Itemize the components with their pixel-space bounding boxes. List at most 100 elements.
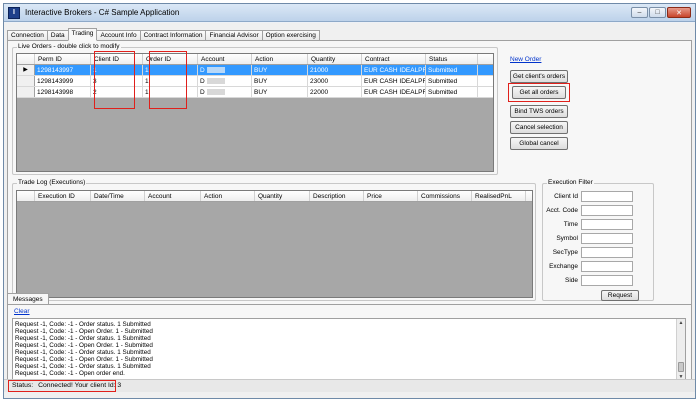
time-input[interactable] bbox=[581, 219, 633, 230]
acct-code-label: Acct. Code bbox=[546, 207, 578, 214]
trade-log-header: Execution ID Date/Time Account Action Qu… bbox=[17, 191, 532, 202]
live-orders-grid[interactable]: Perm ID Client ID Order ID Account Actio… bbox=[16, 53, 494, 172]
cell-action: BUY bbox=[252, 65, 308, 75]
status-bar: Status: Connected! Your client Id: 3 bbox=[4, 379, 695, 392]
window-title: Interactive Brokers - C# Sample Applicat… bbox=[25, 8, 180, 17]
col-quantity[interactable]: Quantity bbox=[255, 191, 310, 201]
message-line: Request -1, Code: -1 - Open order end. bbox=[15, 370, 125, 377]
execution-filter-group: Execution Filter Client Id Acct. Code Ti… bbox=[542, 179, 654, 301]
col-status[interactable]: Status bbox=[426, 54, 478, 64]
message-line: Request -1, Code: -1 - Order status. 1 S… bbox=[15, 363, 151, 370]
col-action[interactable]: Action bbox=[201, 191, 255, 201]
messages-page: Clear Request -1, Code: -1 - Order statu… bbox=[7, 304, 692, 384]
filter-row-acct-code: Acct. Code bbox=[545, 205, 633, 216]
tab-trading[interactable]: Trading bbox=[67, 28, 98, 41]
redacted-account bbox=[206, 89, 225, 96]
acct-code-input[interactable] bbox=[581, 205, 633, 216]
maximize-button[interactable]: □ bbox=[649, 7, 666, 18]
cell-action: BUY bbox=[252, 76, 308, 86]
col-account[interactable]: Account bbox=[145, 191, 201, 201]
row-header-corner bbox=[17, 54, 35, 64]
trade-log-group: Trade Log (Executions) Execution ID Date… bbox=[12, 179, 536, 301]
message-line: Request -1, Code: -1 - Order status. 1 S… bbox=[15, 335, 151, 342]
messages-box[interactable]: Request -1, Code: -1 - Order status. 1 S… bbox=[12, 318, 686, 382]
filter-row-time: Time bbox=[545, 219, 633, 230]
live-orders-header: Perm ID Client ID Order ID Account Actio… bbox=[17, 54, 493, 65]
side-label: Side bbox=[564, 277, 578, 284]
messages-scrollbar[interactable]: ▲ ▼ bbox=[676, 319, 685, 381]
client-id-input[interactable] bbox=[581, 191, 633, 202]
clear-link[interactable]: Clear bbox=[14, 308, 30, 315]
title-bar: I Interactive Brokers - C# Sample Applic… bbox=[4, 4, 695, 22]
col-realised-pnl[interactable]: RealisedPnL bbox=[472, 191, 526, 201]
cell-action: BUY bbox=[252, 87, 308, 97]
cell-status: Submitted bbox=[426, 76, 478, 86]
order-row[interactable]: 1298143999 3 1 D BUY 23000 EUR CASH IDEA… bbox=[17, 76, 493, 87]
order-row[interactable]: ▶ 1298143997 1 1 D BUY 21000 EUR CASH ID… bbox=[17, 65, 493, 76]
close-button[interactable]: ✕ bbox=[667, 7, 691, 18]
col-commissions[interactable]: Commissions bbox=[418, 191, 472, 201]
order-id-highlight bbox=[149, 51, 187, 109]
live-orders-label: Live Orders - double click to modify bbox=[17, 43, 121, 50]
filter-row-exchange: Exchange bbox=[545, 261, 633, 272]
app-icon: I bbox=[8, 6, 20, 19]
main-content: Connection Data Trading Account Info Con… bbox=[4, 23, 695, 398]
request-button[interactable]: Request bbox=[601, 290, 639, 301]
row-marker-empty bbox=[17, 76, 35, 86]
filter-row-sectype: SecType bbox=[545, 247, 633, 258]
minimize-button[interactable]: – bbox=[631, 7, 648, 18]
live-orders-group: Live Orders - double click to modify Per… bbox=[12, 43, 498, 175]
cell-perm-id: 1298143997 bbox=[35, 65, 91, 75]
col-action[interactable]: Action bbox=[252, 54, 308, 64]
cell-quantity: 21000 bbox=[308, 65, 362, 75]
cell-status: Submitted bbox=[426, 87, 478, 97]
cell-contract: EUR CASH IDEALPRO bbox=[364, 76, 426, 86]
col-description[interactable]: Description bbox=[310, 191, 364, 201]
exchange-label: Exchange bbox=[549, 263, 578, 270]
col-contract[interactable]: Contract bbox=[362, 54, 426, 64]
client-id-label: Client Id bbox=[554, 193, 578, 200]
col-date-time[interactable]: Date/Time bbox=[91, 191, 145, 201]
symbol-label: Symbol bbox=[556, 235, 578, 242]
global-cancel-button[interactable]: Global cancel bbox=[510, 137, 568, 150]
col-quantity[interactable]: Quantity bbox=[308, 54, 362, 64]
message-line: Request -1, Code: -1 - Open Order. 1 - S… bbox=[15, 328, 153, 335]
scroll-up-icon[interactable]: ▲ bbox=[677, 319, 685, 327]
symbol-input[interactable] bbox=[581, 233, 633, 244]
bind-tws-orders-button[interactable]: Bind TWS orders bbox=[510, 105, 568, 118]
filter-row-client-id: Client Id bbox=[545, 191, 633, 202]
account-value: D bbox=[200, 78, 205, 85]
status-highlight bbox=[8, 380, 116, 392]
cell-quantity: 22000 bbox=[308, 87, 362, 97]
side-input[interactable] bbox=[581, 275, 633, 286]
cell-account: D bbox=[198, 65, 252, 75]
message-line: Request -1, Code: -1 - Open Order. 1 - S… bbox=[15, 356, 153, 363]
account-value: D bbox=[200, 67, 205, 74]
cancel-selection-button[interactable]: Cancel selection bbox=[510, 121, 568, 134]
redacted-account bbox=[206, 67, 225, 74]
cell-account: D bbox=[198, 87, 252, 97]
new-order-link[interactable]: New Order bbox=[510, 56, 541, 63]
sectype-label: SecType bbox=[552, 249, 578, 256]
cell-account: D bbox=[198, 76, 252, 86]
app-window: I Interactive Brokers - C# Sample Applic… bbox=[3, 3, 696, 399]
message-line: Request -1, Code: -1 - Order status. 1 S… bbox=[15, 349, 151, 356]
col-price[interactable]: Price bbox=[364, 191, 418, 201]
exchange-input[interactable] bbox=[581, 261, 633, 272]
trade-log-grid[interactable]: Execution ID Date/Time Account Action Qu… bbox=[16, 190, 533, 298]
cell-status: Submitted bbox=[426, 65, 478, 75]
scrollbar-thumb[interactable] bbox=[678, 362, 684, 372]
col-execution-id[interactable]: Execution ID bbox=[35, 191, 91, 201]
get-clients-orders-button[interactable]: Get client's orders bbox=[510, 70, 568, 83]
redacted-account bbox=[206, 78, 225, 85]
order-row[interactable]: 1298143998 2 1 D BUY 22000 EUR CASH IDEA… bbox=[17, 87, 493, 98]
execution-filter-label: Execution Filter bbox=[547, 179, 594, 186]
col-account[interactable]: Account bbox=[198, 54, 252, 64]
filter-row-symbol: Symbol bbox=[545, 233, 633, 244]
trading-tab-page: Live Orders - double click to modify Per… bbox=[7, 40, 692, 306]
sectype-input[interactable] bbox=[581, 247, 633, 258]
filter-row-side: Side bbox=[545, 275, 633, 286]
client-id-highlight bbox=[94, 51, 135, 109]
cell-contract: EUR CASH IDEALPRO bbox=[364, 65, 426, 75]
col-perm-id[interactable]: Perm ID bbox=[35, 54, 91, 64]
